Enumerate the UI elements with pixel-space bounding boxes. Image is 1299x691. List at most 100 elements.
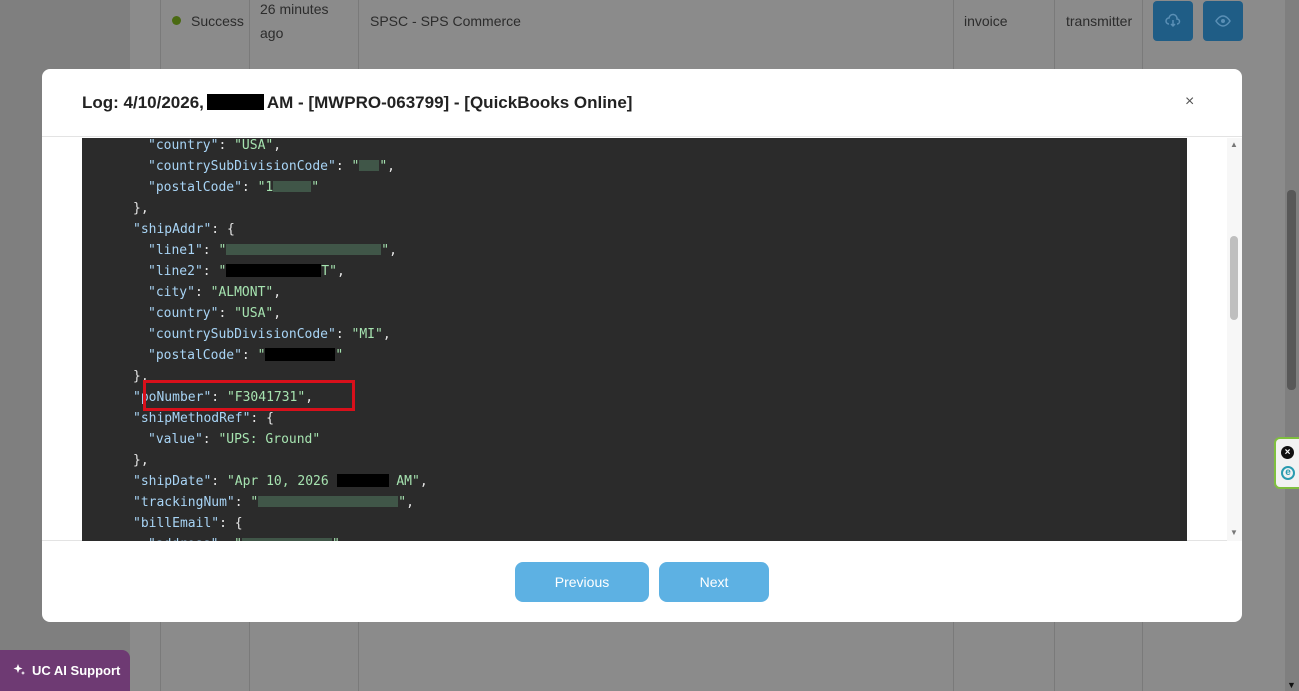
json-punctuation: , [382, 327, 391, 342]
json-value: "USA" [234, 306, 274, 321]
title-prefix: Log: 4/10/2026, [82, 93, 204, 112]
json-key: "countrySubDivisionCode" [148, 159, 336, 174]
json-separator: : [250, 411, 267, 426]
json-key: "line1" [148, 243, 203, 258]
ai-support-label: UC AI Support [32, 663, 121, 678]
json-line: "billEmail": { [133, 513, 243, 534]
json-line: "city": "ALMONT", [148, 282, 281, 303]
json-separator: : [194, 285, 211, 300]
json-key: "trackingNum" [133, 495, 235, 510]
modal-title: Log: 4/10/2026, AM - [MWPRO-063799] - [Qu… [82, 93, 632, 113]
json-key: "value" [148, 432, 203, 447]
close-button[interactable]: × [1185, 93, 1194, 111]
redacted-blur [226, 244, 382, 255]
json-separator: : [202, 264, 219, 279]
json-punctuation: { [234, 516, 243, 531]
json-separator: : [211, 474, 227, 489]
json-line: "postalCode": " " [148, 345, 343, 366]
json-separator: : [335, 327, 352, 342]
json-value: AM" [388, 474, 420, 489]
page-scroll-down-arrow[interactable]: ▼ [1287, 680, 1296, 690]
scroll-up-arrow[interactable]: ▲ [1230, 140, 1238, 149]
json-value: " [351, 159, 360, 174]
json-line: "country": "USA", [148, 303, 281, 324]
json-line: "countrySubDivisionCode": "MI", [148, 324, 391, 345]
extension-e-icon[interactable]: e [1281, 466, 1295, 480]
json-key: "billEmail" [133, 516, 220, 531]
json-value: "MI" [351, 327, 383, 342]
json-line: "value": "UPS: Ground" [148, 429, 320, 450]
next-button[interactable]: Next [659, 562, 769, 602]
json-separator: : [335, 159, 352, 174]
json-punctuation: }, [133, 201, 149, 216]
json-value: " [379, 159, 388, 174]
json-value: " [218, 264, 227, 279]
json-value: "Apr 10, 2026 [226, 474, 337, 489]
ai-support-button[interactable]: UC AI Support [0, 650, 130, 691]
json-line: }, [133, 198, 149, 219]
redacted-block [265, 348, 336, 361]
json-line: "shipDate": "Apr 10, 2026 AM", [133, 471, 428, 492]
json-line: "line2": " T", [148, 261, 345, 282]
close-circle-icon[interactable]: × [1281, 446, 1294, 459]
log-scrollbar-thumb[interactable] [1230, 236, 1238, 320]
view-button[interactable] [1203, 1, 1243, 41]
bg-partner: SPSC - SPS Commerce [370, 13, 521, 29]
json-value: " [218, 243, 227, 258]
json-key: "postalCode" [148, 180, 242, 195]
json-punctuation: , [419, 474, 428, 489]
json-separator: : [241, 348, 258, 363]
bg-status: Success [191, 13, 244, 29]
json-punctuation: { [266, 411, 274, 426]
json-line: }, [133, 450, 149, 471]
json-separator: : [241, 180, 258, 195]
status-dot [172, 16, 181, 25]
json-punctuation: { [226, 222, 235, 237]
json-separator: : [219, 516, 235, 531]
json-line: "countrySubDivisionCode": " ", [148, 156, 395, 177]
redacted-block [336, 474, 389, 487]
json-key: "country" [148, 138, 219, 153]
title-suffix: AM - [MWPRO-063799] - [QuickBooks Online… [266, 93, 633, 112]
bg-time-line1: 26 minutes [260, 1, 329, 17]
json-key: "shipDate" [133, 474, 212, 489]
modal-footer: Previous Next [42, 541, 1242, 622]
json-punctuation: , [387, 159, 395, 174]
json-key: "city" [148, 285, 195, 300]
json-line: "line1": " ", [148, 240, 397, 261]
json-separator: : [218, 138, 235, 153]
json-line: "shipAddr": { [133, 219, 235, 240]
json-punctuation: , [389, 243, 397, 258]
bg-time-line2: ago [260, 25, 284, 41]
redacted-block [226, 264, 322, 277]
json-punctuation: , [273, 138, 282, 153]
download-button[interactable] [1153, 1, 1193, 41]
json-punctuation: , [273, 306, 282, 321]
json-value: " [398, 495, 407, 510]
json-value: "1 [257, 180, 274, 195]
json-key: "shipMethodRef" [133, 411, 251, 426]
json-log-viewer[interactable]: "country": "USA", "countrySubDivisionCode… [82, 138, 1187, 541]
json-punctuation: , [273, 285, 282, 300]
side-widget[interactable]: × e [1274, 437, 1299, 489]
page-scrollbar-thumb[interactable] [1287, 190, 1296, 390]
previous-button[interactable]: Previous [515, 562, 649, 602]
log-scrollbar[interactable]: ▲ ▼ [1227, 138, 1242, 541]
redacted-blur [273, 181, 312, 192]
json-value: T" [321, 264, 337, 279]
json-key: "country" [148, 306, 219, 321]
json-line: "trackingNum": " ", [133, 492, 414, 513]
log-modal: Log: 4/10/2026, AM - [MWPRO-063799] - [Qu… [42, 69, 1242, 622]
cloud-download-icon [1165, 13, 1181, 28]
json-value: " [311, 180, 320, 195]
json-value: " [381, 243, 390, 258]
modal-header: Log: 4/10/2026, AM - [MWPRO-063799] - [Qu… [42, 69, 1242, 137]
sparkle-icon [13, 664, 25, 675]
po-number-highlight-box [143, 380, 355, 411]
json-value: "UPS: Ground" [218, 432, 321, 447]
scroll-down-arrow[interactable]: ▼ [1230, 528, 1238, 537]
json-separator: : [202, 432, 219, 447]
json-value: " [250, 495, 259, 510]
json-key: "shipAddr" [133, 222, 212, 237]
bg-doc-type: invoice [964, 13, 1008, 29]
